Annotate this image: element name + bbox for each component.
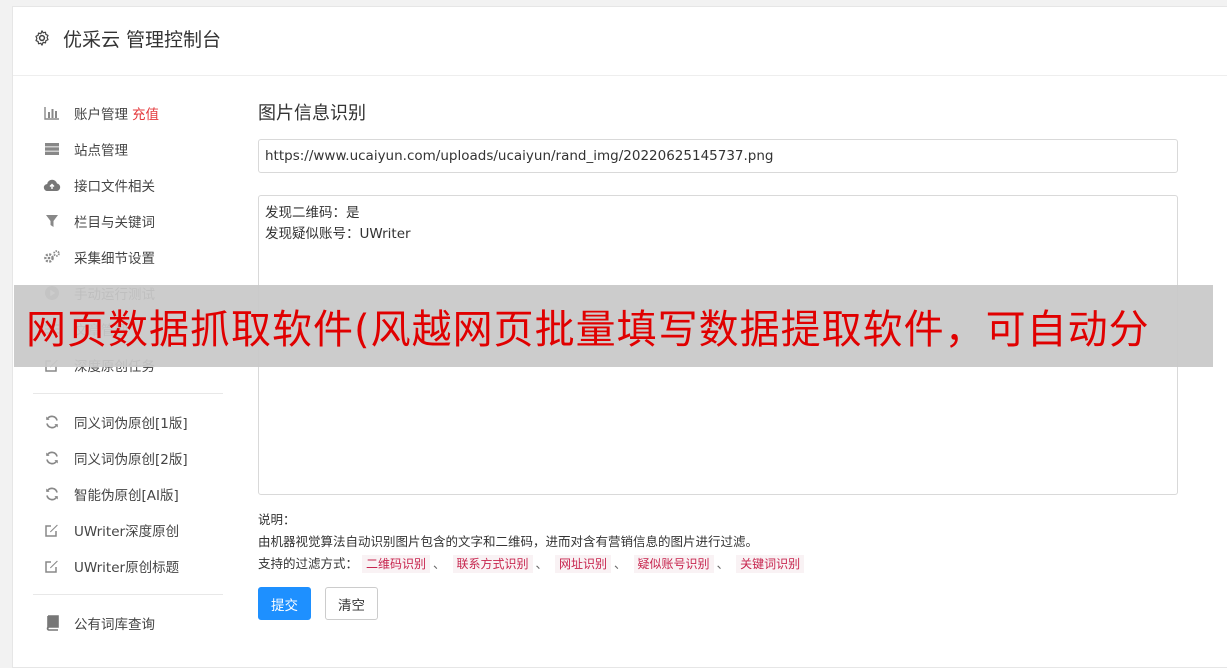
filter-tag: 二维码识别	[362, 555, 431, 573]
sidebar-item-label: 采集细节设置	[74, 251, 155, 267]
section-title: 图片信息识别	[258, 103, 366, 124]
filter-tag: 关键词识别	[736, 555, 805, 573]
result-line: 发现疑似账号：UWriter	[265, 226, 411, 242]
filter-methods: 支持的过滤方式： 二维码识别、 联系方式识别、 网址识别、 疑似账号识别、 关键…	[258, 553, 1188, 575]
sidebar-item[interactable]: 接口文件相关	[33, 167, 223, 203]
banner-text: 网页数据抓取软件(风越网页批量填写数据提取软件，可自动分	[26, 307, 1150, 353]
sidebar-item-label: 智能伪原创[AI版]	[74, 488, 179, 504]
sidebar-item[interactable]: 同义词伪原创[1版]	[33, 404, 223, 440]
edit-icon	[43, 521, 61, 539]
sidebar-item[interactable]: 账户管理 充值	[33, 95, 223, 131]
form-buttons: 提交 清空	[258, 587, 1188, 620]
refresh-icon	[43, 449, 61, 467]
filter-tag: 联系方式识别	[452, 555, 533, 573]
sidebar-divider	[33, 594, 223, 595]
cogs-icon	[43, 248, 61, 266]
description-text: 由机器视觉算法自动识别图片包含的文字和二维码，进而对含有营销信息的图片进行过滤。	[258, 534, 759, 549]
overlay-banner: 网页数据抓取软件(风越网页批量填写数据提取软件，可自动分	[14, 285, 1213, 367]
sidebar-item-label: 站点管理	[74, 143, 128, 159]
book-icon	[43, 614, 61, 632]
filter-tag: 网址识别	[555, 555, 612, 573]
page-header: 优采云 管理控制台	[13, 7, 1227, 76]
sidebar-item[interactable]: UWriter原创标题	[33, 548, 223, 584]
bar-chart-icon	[43, 104, 61, 122]
separator: 、	[716, 556, 730, 571]
sidebar-item-label: 同义词伪原创[2版]	[74, 452, 188, 468]
result-line: 发现二维码：是	[265, 205, 360, 221]
separator: 、	[433, 556, 446, 571]
edit-icon	[43, 557, 61, 575]
refresh-icon	[43, 485, 61, 503]
sidebar-divider	[33, 393, 223, 394]
page-title: 优采云 管理控制台	[63, 29, 222, 51]
sidebar-item-label: 公有词库查询	[74, 617, 155, 633]
description: 说明： 由机器视觉算法自动识别图片包含的文字和二维码，进而对含有营销信息的图片进…	[258, 509, 1188, 575]
sidebar-item-label: UWriter深度原创	[74, 524, 180, 540]
recharge-link[interactable]: 充值	[132, 103, 159, 123]
sidebar-item[interactable]: UWriter深度原创	[33, 512, 223, 548]
separator: 、	[535, 556, 549, 571]
sidebar-item[interactable]: 栏目与关键词	[33, 203, 223, 239]
image-url-input[interactable]	[258, 139, 1178, 173]
sidebar: 账户管理充值站点管理接口文件相关栏目与关键词采集细节设置手动运行测试文章管理深度…	[33, 95, 223, 641]
sidebar-item-label: 同义词伪原创[1版]	[74, 416, 188, 432]
filter-icon	[43, 212, 61, 230]
refresh-icon	[43, 413, 61, 431]
sidebar-item[interactable]: 公有词库查询	[33, 605, 223, 641]
filter-label: 支持的过滤方式：	[258, 556, 359, 571]
sidebar-item[interactable]: 采集细节设置	[33, 239, 223, 275]
server-icon	[43, 140, 61, 158]
sidebar-item[interactable]: 智能伪原创[AI版]	[33, 476, 223, 512]
clear-button[interactable]: 清空	[325, 587, 378, 620]
submit-button[interactable]: 提交	[258, 587, 311, 620]
cloud-upload-icon	[43, 176, 61, 194]
description-label: 说明：	[258, 512, 296, 527]
filter-tag: 疑似账号识别	[633, 555, 714, 573]
sidebar-item-label: 账户管理	[74, 107, 128, 123]
gear-icon	[33, 29, 53, 49]
sidebar-item-label: 栏目与关键词	[74, 215, 155, 231]
sidebar-item-label: UWriter原创标题	[74, 560, 180, 576]
separator: 、	[614, 556, 627, 571]
sidebar-item-label: 接口文件相关	[74, 179, 155, 195]
sidebar-item[interactable]: 同义词伪原创[2版]	[33, 440, 223, 476]
sidebar-item[interactable]: 站点管理	[33, 131, 223, 167]
